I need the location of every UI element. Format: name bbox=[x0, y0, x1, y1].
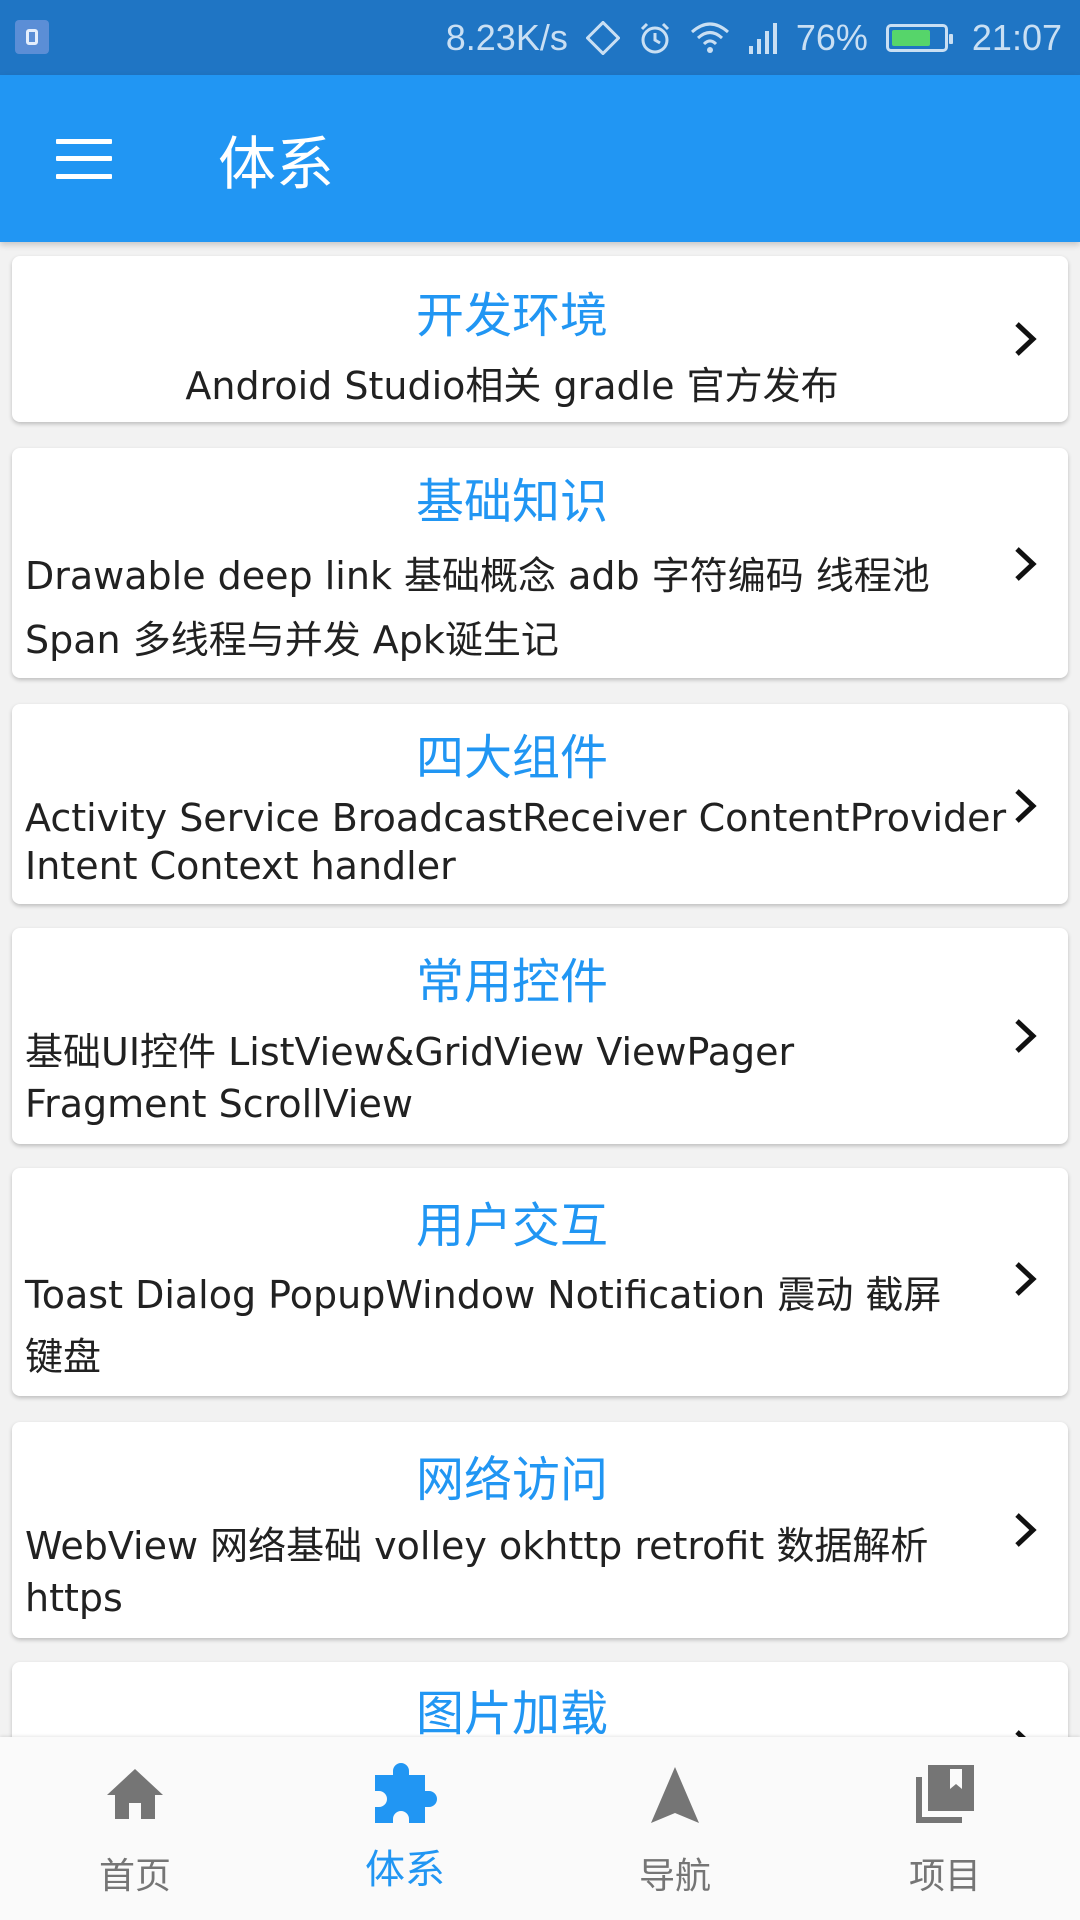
network-speed: 8.23K/s bbox=[445, 16, 568, 58]
chevron-right-icon bbox=[1015, 789, 1037, 823]
wifi-icon bbox=[690, 22, 730, 54]
nav-item-projects[interactable]: 项目 bbox=[810, 1737, 1080, 1920]
library-icon bbox=[916, 1765, 974, 1823]
chevron-right-icon bbox=[1015, 547, 1037, 581]
nav-label-projects: 项目 bbox=[908, 1856, 981, 1897]
menu-icon[interactable] bbox=[56, 138, 112, 179]
app-bar: 体系 bbox=[0, 75, 1080, 242]
page-title: 体系 bbox=[218, 129, 335, 198]
nav-item-system[interactable]: 体系 bbox=[270, 1737, 540, 1920]
chevron-right-icon bbox=[1015, 1019, 1037, 1053]
card-title: 用户交互 bbox=[415, 1198, 608, 1254]
home-icon bbox=[107, 1769, 163, 1819]
nav-item-home[interactable]: 首页 bbox=[0, 1737, 270, 1920]
nav-label-system: 体系 bbox=[365, 1847, 445, 1893]
chevron-right-icon bbox=[1015, 1513, 1037, 1547]
card-description: Activity Service BroadcastReceiver Conte… bbox=[25, 796, 1007, 888]
battery-percent: 76% bbox=[795, 16, 868, 58]
bottom-navigation: 首页 体系 导航 项目 bbox=[0, 1737, 1080, 1920]
chevron-right-icon bbox=[1015, 1730, 1026, 1737]
category-card[interactable]: 开发环境 Android Studio相关 gradle 官方发布 bbox=[12, 256, 1068, 422]
card-title: 四大组件 bbox=[415, 730, 608, 786]
notification-app-icon bbox=[15, 20, 49, 54]
nav-label-navigation: 导航 bbox=[638, 1856, 711, 1897]
category-card[interactable]: 图片加载 bbox=[12, 1662, 1068, 1737]
puzzle-icon bbox=[375, 1763, 437, 1823]
card-description: Toast Dialog PopupWindow Notification 震动… bbox=[25, 1273, 942, 1379]
navigation-icon bbox=[651, 1767, 699, 1823]
battery-icon bbox=[885, 23, 953, 52]
nav-label-home: 首页 bbox=[98, 1856, 171, 1897]
category-list[interactable]: 开发环境 Android Studio相关 gradle 官方发布 基础知识 D… bbox=[0, 242, 1080, 1737]
card-title: 图片加载 bbox=[415, 1686, 608, 1737]
rotation-lock-icon bbox=[585, 20, 620, 55]
card-title: 网络访问 bbox=[415, 1452, 608, 1508]
card-description: WebView 网络基础 volley okhttp retrofit 数据解析… bbox=[25, 1524, 929, 1620]
signal-icon bbox=[748, 22, 778, 54]
category-card[interactable]: 基础知识 Drawable deep link 基础概念 adb 字符编码 线程… bbox=[12, 448, 1068, 678]
nav-item-navigation[interactable]: 导航 bbox=[540, 1737, 810, 1920]
chevron-right-icon bbox=[1015, 1262, 1037, 1296]
card-description: Android Studio相关 gradle 官方发布 bbox=[185, 364, 839, 408]
category-card[interactable]: 四大组件 Activity Service BroadcastReceiver … bbox=[12, 704, 1068, 904]
chevron-right-icon bbox=[1015, 322, 1037, 356]
card-title: 常用控件 bbox=[415, 954, 608, 1010]
card-title: 开发环境 bbox=[415, 288, 608, 344]
category-card[interactable]: 常用控件 基础UI控件 ListView&GridView ViewPager … bbox=[12, 928, 1068, 1144]
category-card[interactable]: 网络访问 WebView 网络基础 volley okhttp retrofit… bbox=[12, 1422, 1068, 1638]
card-description: Drawable deep link 基础概念 adb 字符编码 线程池 Spa… bbox=[25, 554, 930, 662]
category-card[interactable]: 用户交互 Toast Dialog PopupWindow Notificati… bbox=[12, 1168, 1068, 1396]
card-title: 基础知识 bbox=[415, 474, 608, 530]
alarm-icon bbox=[638, 21, 672, 55]
card-description: 基础UI控件 ListView&GridView ViewPager Fragm… bbox=[25, 1030, 795, 1126]
status-bar: 8.23K/s 76% 21:07 bbox=[0, 0, 1080, 75]
clock: 21:07 bbox=[971, 16, 1062, 58]
